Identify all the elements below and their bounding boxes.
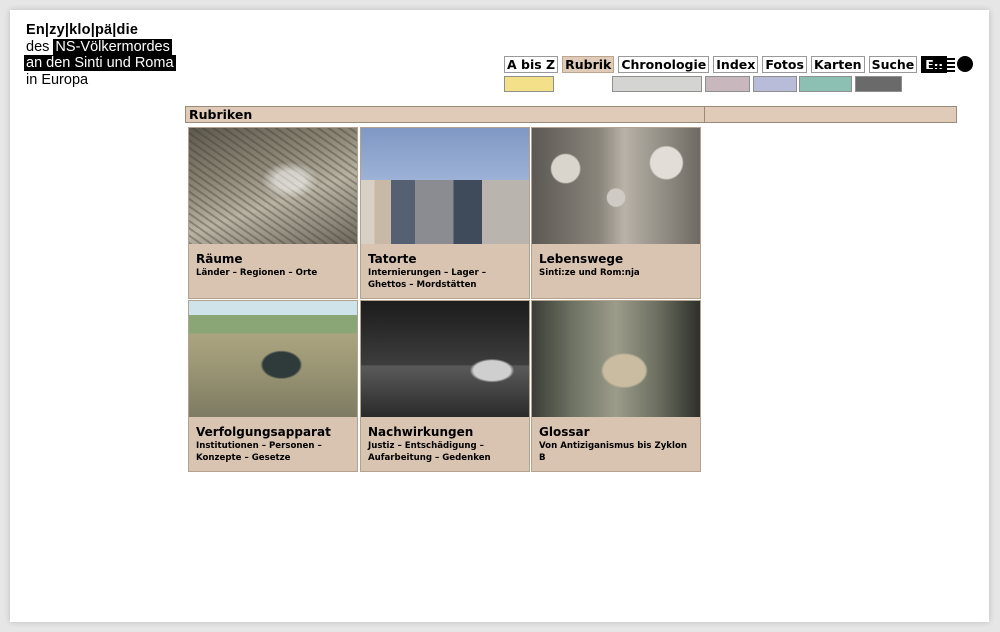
card-subtitle: Justiz – Entschädigung – Aufarbeitung – … — [368, 441, 491, 463]
swatch-a-bis-z — [504, 76, 554, 92]
card-verfolgungsapparat[interactable]: Verfolgungsapparat Institutionen – Perso… — [188, 300, 358, 472]
logo-line-1: En|zy|klo|pä|die — [26, 22, 139, 38]
card-caption: Lebenswege Sinti:ze und Rom:nja — [532, 244, 700, 298]
swatch-fotos — [753, 76, 797, 92]
section-title: Rubriken — [185, 106, 705, 123]
card-subtitle: Von Antiziganismus bis Zyklon B — [539, 441, 687, 463]
hamburger-icon[interactable] — [929, 58, 955, 72]
card-lebenswege[interactable]: Lebenswege Sinti:ze und Rom:nja — [531, 127, 701, 299]
site-logo[interactable]: En|zy|klo|pä|die des NS-Völkermordes an … — [24, 22, 176, 88]
swatch-index — [705, 76, 750, 92]
card-caption: Nachwirkungen Justiz – Entschädigung – A… — [361, 417, 529, 471]
card-subtitle: Länder – Regionen – Orte — [196, 268, 318, 278]
card-raeume[interactable]: Räume Länder – Regionen – Orte — [188, 127, 358, 299]
logo-line-3-highlight: an den Sinti und Roma — [24, 55, 176, 71]
swatch-chronologie — [612, 76, 702, 92]
card-title: Nachwirkungen — [368, 425, 474, 439]
card-title: Lebenswege — [539, 252, 624, 266]
card-subtitle: Institutionen – Personen – Konzepte – Ge… — [196, 441, 322, 463]
card-nachwirkungen[interactable]: Nachwirkungen Justiz – Entschädigung – A… — [360, 300, 530, 472]
card-title: Räume — [196, 252, 243, 266]
nav-karten[interactable]: Karten — [810, 56, 865, 73]
nav-a-bis-z[interactable]: A bis Z — [504, 56, 559, 73]
card-caption: Glossar Von Antiziganismus bis Zyklon B — [532, 417, 700, 471]
swatch-karten — [799, 76, 852, 92]
card-image-aerial-photo — [189, 128, 357, 244]
logo-line-2: des NS-Völkermordes — [26, 38, 176, 56]
card-caption: Räume Länder – Regionen – Orte — [189, 244, 357, 298]
card-image-portrait-photo — [532, 128, 700, 244]
card-glossar[interactable]: Glossar Von Antiziganismus bis Zyklon B — [531, 300, 701, 472]
logo-line-2-highlight: NS-Völkermordes — [53, 38, 172, 55]
logo-line-2-plain: des — [26, 38, 50, 55]
card-image-canister-photo — [532, 301, 700, 417]
card-caption: Verfolgungsapparat Institutionen – Perso… — [189, 417, 357, 471]
nav-fotos[interactable]: Fotos — [762, 56, 807, 73]
card-title: Verfolgungsapparat — [196, 425, 331, 439]
card-subtitle: Sinti:ze und Rom:nja — [539, 268, 640, 278]
card-title: Tatorte — [368, 252, 417, 266]
card-image-trial-photo — [361, 301, 529, 417]
card-image-field-photo — [189, 301, 357, 417]
swatch-suche — [855, 76, 902, 92]
nav-rubrik[interactable]: Rubrik — [562, 56, 615, 73]
nav-chronologie[interactable]: Chronologie — [618, 56, 710, 73]
card-caption: Tatorte Internierungen – Lager – Ghettos… — [361, 244, 529, 298]
nav-suche[interactable]: Suche — [868, 56, 918, 73]
card-image-town-photo — [361, 128, 529, 244]
card-tatorte[interactable]: Tatorte Internierungen – Lager – Ghettos… — [360, 127, 530, 299]
circle-icon[interactable] — [957, 56, 973, 72]
logo-line-4: in Europa — [26, 71, 89, 88]
section-bar-right — [704, 106, 957, 123]
logo-line-3: an den Sinti und Roma — [24, 55, 176, 72]
main-nav: A bis Z Rubrik Chronologie Index Fotos K… — [504, 56, 951, 73]
card-subtitle: Internierungen – Lager – Ghettos – Mords… — [368, 268, 487, 290]
nav-index[interactable]: Index — [713, 56, 759, 73]
card-title: Glossar — [539, 425, 590, 439]
